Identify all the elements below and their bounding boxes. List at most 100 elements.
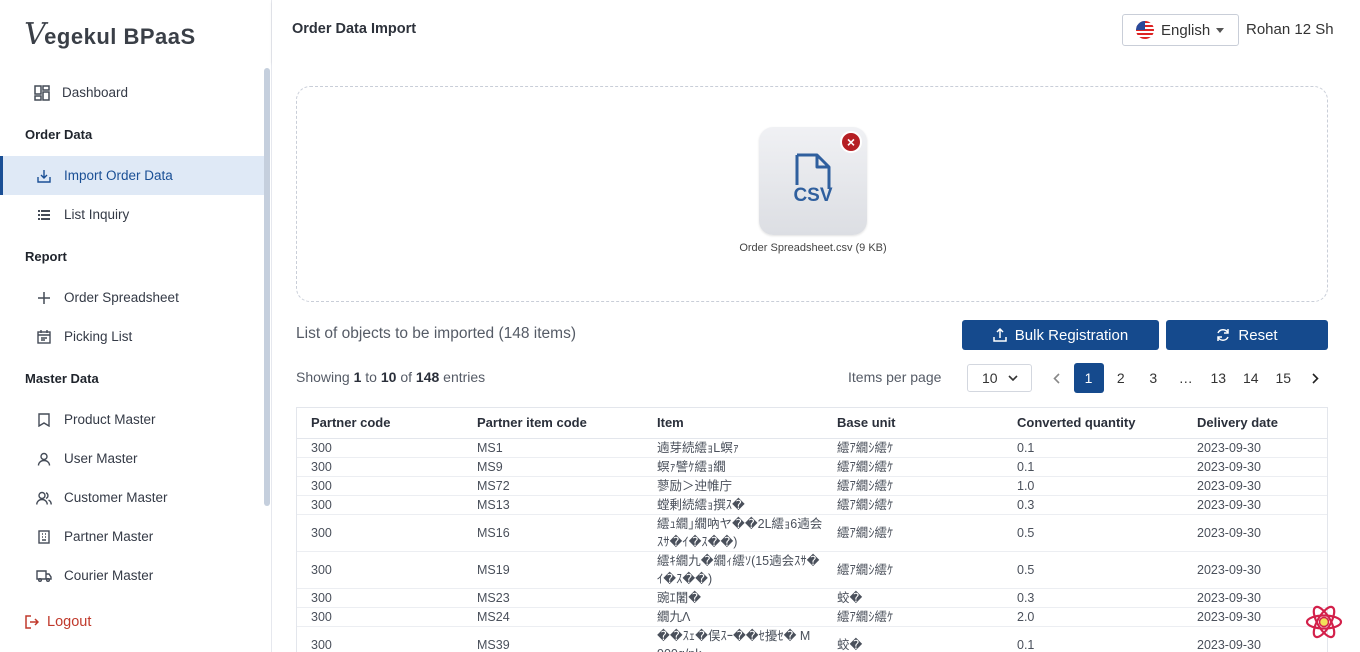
table-cell: 1.0 bbox=[1003, 476, 1183, 496]
table-cell: 300 bbox=[297, 607, 463, 627]
table-cell: MS16 bbox=[463, 514, 643, 552]
page-button-13[interactable]: 13 bbox=[1202, 363, 1235, 393]
table-row: 300 MS39 ��ｽｪ�俣ｽｰ��ｾ擾ｾ� M 900g/pk 蛟� 0.1… bbox=[297, 626, 1327, 652]
file-dropzone[interactable]: CSV × Order Spreadsheet.csv (9 KB) bbox=[296, 86, 1328, 302]
section-title-report: Report bbox=[25, 248, 67, 264]
table-cell: 300 bbox=[297, 551, 463, 589]
sidebar-item-label: Customer Master bbox=[64, 490, 168, 505]
table-cell: ��ｽｪ�俣ｽｰ��ｾ擾ｾ� M 900g/pk bbox=[643, 626, 823, 652]
table-row: 300 MS23 豌ｴ闍� 蛟� 0.3 2023-09-30 bbox=[297, 588, 1327, 608]
table-cell: 繧ｱ繝ｼ繧ｹ bbox=[823, 438, 1003, 458]
sidebar-item-partner-master[interactable]: Partner Master bbox=[0, 517, 264, 556]
items-per-page-label: Items per page bbox=[848, 369, 942, 385]
sidebar-item-label: Import Order Data bbox=[64, 168, 173, 183]
items-per-page-select[interactable]: 10 bbox=[967, 364, 1032, 392]
table-cell: 蛟� bbox=[823, 588, 1003, 608]
main-content: CSV × Order Spreadsheet.csv (9 KB) List … bbox=[272, 62, 1360, 652]
page-ellipsis: … bbox=[1178, 370, 1193, 386]
reset-button[interactable]: Reset bbox=[1166, 320, 1328, 350]
sidebar-nav: Dashboard Order Data Import Order Data L… bbox=[0, 72, 264, 592]
sidebar-item-product-master[interactable]: Product Master bbox=[0, 400, 264, 439]
sidebar-item-import-order-data[interactable]: Import Order Data bbox=[0, 156, 264, 195]
csv-file-icon: CSV bbox=[793, 153, 833, 206]
us-flag-icon bbox=[1136, 21, 1154, 39]
file-name: Order Spreadsheet.csv (9 KB) bbox=[739, 242, 887, 254]
language-select[interactable]: English bbox=[1122, 14, 1239, 46]
bulk-registration-button[interactable]: Bulk Registration bbox=[962, 320, 1159, 350]
sidebar-scrollbar[interactable] bbox=[263, 68, 271, 590]
table-row: 300 MS1 遖芽続繧ｮL螟ｧ 繧ｱ繝ｼ繧ｹ 0.1 2023-09-30 bbox=[297, 438, 1327, 458]
table-cell: 300 bbox=[297, 476, 463, 496]
table-cell: 0.5 bbox=[1003, 551, 1183, 589]
page-button-1[interactable]: 1 bbox=[1073, 363, 1104, 393]
prev-page-button[interactable] bbox=[1040, 363, 1073, 393]
table-cell: 300 bbox=[297, 626, 463, 652]
react-devtools-icon[interactable] bbox=[1305, 605, 1343, 639]
table-cell: 2023-09-30 bbox=[1183, 514, 1327, 552]
column-header: Item bbox=[643, 408, 823, 439]
chevron-down-icon bbox=[1008, 375, 1018, 381]
table-cell: 繝九Λ bbox=[643, 607, 823, 627]
logout-label: Logout bbox=[47, 614, 92, 630]
sidebar: Vegekul BPaaS Dashboard Order Data Impor… bbox=[0, 0, 272, 652]
page-button-14[interactable]: 14 bbox=[1235, 363, 1268, 393]
sidebar-item-label: User Master bbox=[64, 451, 138, 466]
table-cell: 0.5 bbox=[1003, 514, 1183, 552]
table-cell: 2023-09-30 bbox=[1183, 457, 1327, 477]
table-cell: 繧ｱ繝ｼ繧ｹ bbox=[823, 476, 1003, 496]
import-table: Partner code Partner item code Item Base… bbox=[296, 407, 1328, 652]
table-cell: 300 bbox=[297, 457, 463, 477]
sidebar-item-picking-list[interactable]: Picking List bbox=[0, 317, 264, 356]
top-header: Order Data Import English Rohan 12 Sh bbox=[272, 0, 1360, 62]
column-header: Converted quantity bbox=[1003, 408, 1183, 439]
table-cell: 0.1 bbox=[1003, 626, 1183, 652]
table-cell: MS39 bbox=[463, 626, 643, 652]
table-cell: 繧ｱ繝ｼ繧ｹ bbox=[823, 457, 1003, 477]
page-button-3[interactable]: 3 bbox=[1137, 363, 1170, 393]
bulk-registration-label: Bulk Registration bbox=[1014, 326, 1129, 344]
table-cell: 遖芽続繧ｮL螟ｧ bbox=[643, 438, 823, 458]
section-title-master-data: Master Data bbox=[25, 370, 99, 386]
import-icon bbox=[36, 168, 52, 184]
sidebar-item-courier-master[interactable]: Courier Master bbox=[0, 556, 264, 592]
remove-file-button[interactable]: × bbox=[840, 131, 862, 153]
sidebar-item-order-spreadsheet[interactable]: Order Spreadsheet bbox=[0, 278, 264, 317]
pagination: 1 2 3 … 13 14 15 bbox=[1040, 363, 1332, 393]
caret-down-icon bbox=[1216, 27, 1225, 33]
table-cell: 2023-09-30 bbox=[1183, 495, 1327, 515]
user-menu[interactable]: Rohan 12 Sh bbox=[1246, 21, 1334, 38]
page-button-2[interactable]: 2 bbox=[1105, 363, 1138, 393]
sidebar-item-label: Picking List bbox=[64, 329, 133, 344]
sidebar-scroll-thumb[interactable] bbox=[264, 68, 270, 506]
table-cell: 0.3 bbox=[1003, 588, 1183, 608]
page-button-15[interactable]: 15 bbox=[1267, 363, 1300, 393]
table-cell: 300 bbox=[297, 438, 463, 458]
sidebar-item-list-inquiry[interactable]: List Inquiry bbox=[0, 195, 264, 234]
truck-icon bbox=[36, 568, 52, 584]
next-page-button[interactable] bbox=[1300, 363, 1333, 393]
sidebar-item-user-master[interactable]: User Master bbox=[0, 439, 264, 478]
building-icon bbox=[36, 529, 52, 545]
table-row: 300 MS13 螳剰続繧ｮ撰ｽ� 繧ｱ繝ｼ繧ｹ 0.3 2023-09-30 bbox=[297, 495, 1327, 515]
logout-button[interactable]: Logout bbox=[25, 614, 91, 630]
sidebar-item-dashboard[interactable]: Dashboard bbox=[0, 73, 264, 112]
user-icon bbox=[36, 451, 52, 467]
table-row: 300 MS19 繧ｷ繝九�繝ｨ繧ｿ(15遖会ｽｻ�ｲ�ｽ��) 繧ｱ繝ｼ繧ｹ … bbox=[297, 551, 1327, 589]
table-cell: 300 bbox=[297, 514, 463, 552]
sidebar-item-label: Dashboard bbox=[62, 85, 129, 100]
brand-logo[interactable]: Vegekul BPaaS bbox=[21, 10, 196, 52]
table-row: 300 MS9 螟ｧ譬ｹ繧ｮ繝 繧ｱ繝ｼ繧ｹ 0.1 2023-09-30 bbox=[297, 457, 1327, 477]
users-icon bbox=[36, 490, 52, 506]
sidebar-item-customer-master[interactable]: Customer Master bbox=[0, 478, 264, 517]
table-cell: 繧ｱ繝ｼ繧ｹ bbox=[823, 514, 1003, 552]
table-cell: 0.1 bbox=[1003, 438, 1183, 458]
sidebar-item-label: Product Master bbox=[64, 412, 156, 427]
table-cell: 300 bbox=[297, 588, 463, 608]
import-list-title: List of objects to be imported (148 item… bbox=[296, 325, 576, 342]
list-icon bbox=[36, 207, 52, 223]
sidebar-item-label: Order Spreadsheet bbox=[64, 290, 179, 305]
table-cell: 繧ｱ繝ｼ繧ｹ bbox=[823, 551, 1003, 589]
table-cell: MS13 bbox=[463, 495, 643, 515]
section-title-order-data: Order Data bbox=[25, 126, 93, 142]
upload-icon bbox=[993, 328, 1007, 342]
